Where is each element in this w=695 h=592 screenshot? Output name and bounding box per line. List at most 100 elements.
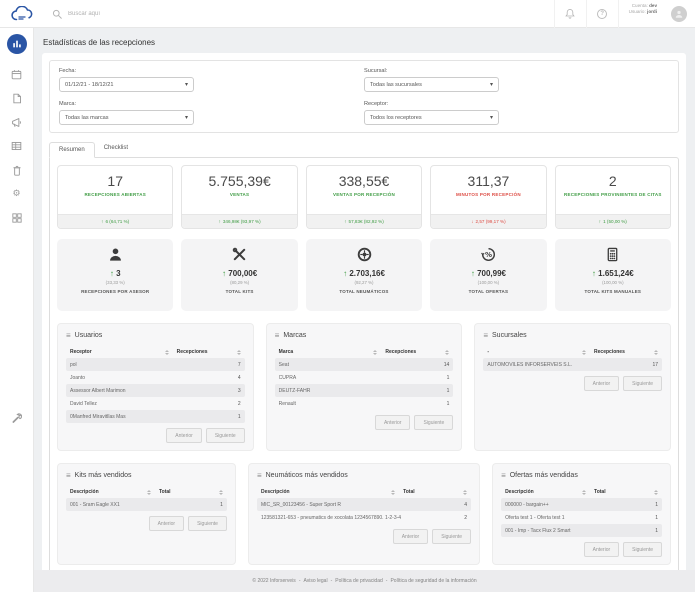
table-title: Neumáticos más vendidos bbox=[266, 472, 348, 479]
next-page-button[interactable]: Siguiente bbox=[206, 428, 245, 443]
column-header-recepciones[interactable]: Recepciones bbox=[594, 349, 658, 355]
user-icon bbox=[108, 246, 123, 262]
table-row: Joanto4 bbox=[66, 371, 245, 384]
trend-up-icon: ↑ bbox=[592, 269, 596, 278]
tabs: Resumen Checklist bbox=[49, 141, 679, 157]
previous-page-button[interactable]: Anterior bbox=[584, 542, 620, 557]
table-row: AUTOMOVILES INFORSERVEIS S.L.17 bbox=[483, 358, 662, 371]
sidebar-item-announcements[interactable] bbox=[0, 110, 33, 134]
previous-page-button[interactable]: Anterior bbox=[393, 529, 429, 544]
column-header-sucursal[interactable]: - bbox=[487, 349, 594, 355]
table-row: Renault1 bbox=[275, 397, 454, 410]
receptor-select[interactable]: Todos los receptores ▾ bbox=[364, 110, 499, 125]
total-percent: (92,27 %) bbox=[306, 280, 422, 285]
column-header-marca[interactable]: Marca bbox=[279, 349, 386, 355]
avatar[interactable] bbox=[671, 6, 687, 22]
next-page-button[interactable]: Siguiente bbox=[188, 516, 227, 531]
marca-value: Todas las marcas bbox=[65, 115, 109, 121]
total-card-recepciones-asesor: ↑ 3 (33,33 %) RECEPCIONES POR ASESOR bbox=[57, 239, 173, 311]
total-label: RECEPCIONES POR ASESOR bbox=[57, 289, 173, 294]
trend-up-icon: ↑ bbox=[219, 219, 221, 224]
kpi-value: 17 bbox=[58, 166, 172, 189]
kpi-value: 338,55€ bbox=[307, 166, 421, 189]
chevron-down-icon: ▾ bbox=[185, 81, 188, 88]
top-bar: ? Cuenta: dev Usuario: jordi bbox=[0, 0, 695, 28]
notifications-button[interactable] bbox=[554, 0, 586, 28]
sucursal-label: Sucursal: bbox=[364, 68, 669, 74]
search-input[interactable] bbox=[68, 11, 368, 17]
statistics-panel: Fecha: 01/12/21 - 18/12/21 ▾ Sucursal: T… bbox=[42, 53, 686, 580]
sort-icon bbox=[582, 490, 586, 495]
footer-link-seguridad[interactable]: Política de seguridad de la información bbox=[390, 578, 476, 584]
sidebar-item-tables[interactable] bbox=[0, 134, 33, 158]
column-header-recepciones[interactable]: Recepciones bbox=[385, 349, 449, 355]
total-card-kits: ↑ 700,00€ (80,29 %) TOTAL KITS bbox=[181, 239, 297, 311]
sidebar-item-statistics[interactable] bbox=[7, 34, 27, 54]
search-bar[interactable] bbox=[46, 0, 554, 27]
column-header-receptor[interactable]: Receptor bbox=[70, 349, 177, 355]
filters-card: Fecha: 01/12/21 - 18/12/21 ▾ Sucursal: T… bbox=[49, 60, 679, 133]
previous-page-button[interactable]: Anterior bbox=[166, 428, 202, 443]
tab-resumen[interactable]: Resumen bbox=[49, 142, 95, 158]
total-card-neumaticos: ↑ 2.703,16€ (92,27 %) TOTAL NEUMÁTICOS bbox=[306, 239, 422, 311]
column-header-total[interactable]: Total bbox=[159, 489, 223, 495]
column-header-recepciones[interactable]: Recepciones bbox=[177, 349, 241, 355]
sidebar-item-trash[interactable] bbox=[0, 158, 33, 182]
trend-up-icon: ↑ bbox=[222, 269, 226, 278]
calendar-icon bbox=[11, 69, 22, 80]
footer-link-privacidad[interactable]: Política de privacidad bbox=[335, 578, 383, 584]
total-value: ↑ 1.651,24€ bbox=[555, 269, 671, 278]
stats-icon bbox=[12, 39, 22, 49]
kpi-value: 311,37 bbox=[431, 166, 545, 189]
kpi-card-ventas-por-recepcion: 338,55€ VENTAS POR RECEPCIÓN ↑ 57,83€ (8… bbox=[306, 165, 422, 229]
next-page-button[interactable]: Siguiente bbox=[623, 376, 662, 391]
marca-select[interactable]: Todas las marcas ▾ bbox=[59, 110, 194, 125]
kpi-card-minutos-por-recepcion: 311,37 MINUTOS POR RECEPCIÓN ↓ 2,57 (99,… bbox=[430, 165, 546, 229]
total-value: ↑ 3 bbox=[57, 269, 173, 278]
column-header-total[interactable]: Total bbox=[594, 489, 658, 495]
sidebar-item-calendar[interactable] bbox=[0, 62, 33, 86]
tables-row-1: ≡ Usuarios Receptor Recepciones bbox=[57, 323, 671, 451]
sidebar-item-documents[interactable] bbox=[0, 86, 33, 110]
user-label: Usuario: bbox=[629, 9, 646, 14]
tire-icon bbox=[357, 246, 372, 262]
user-value: jordi bbox=[647, 9, 657, 14]
list-icon: ≡ bbox=[501, 471, 506, 480]
column-header-descripcion[interactable]: Descripción bbox=[505, 489, 594, 495]
next-page-button[interactable]: Siguiente bbox=[414, 415, 453, 430]
document-icon bbox=[12, 93, 22, 104]
help-button[interactable]: ? bbox=[586, 0, 618, 28]
sidebar-item-modules[interactable] bbox=[0, 206, 33, 230]
column-header-total[interactable]: Total bbox=[403, 489, 467, 495]
footer-link-aviso-legal[interactable]: Aviso legal bbox=[303, 578, 327, 584]
previous-page-button[interactable]: Anterior bbox=[584, 376, 620, 391]
copyright-text: © 2022 Inforserveis bbox=[252, 578, 295, 584]
table-row: 000000 - bargain++1 bbox=[501, 498, 662, 511]
sort-icon bbox=[463, 490, 467, 495]
fecha-select[interactable]: 01/12/21 - 18/12/21 ▾ bbox=[59, 77, 194, 92]
next-page-button[interactable]: Siguiente bbox=[432, 529, 471, 544]
trend-up-icon: ↑ bbox=[599, 219, 601, 224]
bell-icon bbox=[565, 8, 575, 19]
previous-page-button[interactable]: Anterior bbox=[375, 415, 411, 430]
filter-sucursal: Sucursal: Todas las sucursales ▾ bbox=[364, 68, 669, 92]
column-header-descripcion[interactable]: Descripción bbox=[261, 489, 403, 495]
account-info: Cuenta: dev Usuario: jordi bbox=[618, 0, 665, 28]
megaphone-icon bbox=[11, 117, 22, 128]
sidebar-item-tools[interactable] bbox=[0, 406, 33, 430]
column-header-descripcion[interactable]: Descripción bbox=[70, 489, 159, 495]
next-page-button[interactable]: Siguiente bbox=[623, 542, 662, 557]
sidebar-item-settings[interactable]: ⚙ bbox=[0, 182, 33, 206]
previous-page-button[interactable]: Anterior bbox=[149, 516, 185, 531]
total-label: TOTAL KITS MANUALES bbox=[555, 289, 671, 294]
receptor-value: Todos los receptores bbox=[370, 115, 422, 121]
footer: © 2022 Inforserveis - Aviso legal - Polí… bbox=[34, 570, 695, 592]
tab-checklist[interactable]: Checklist bbox=[95, 141, 137, 157]
sort-icon bbox=[391, 490, 395, 495]
fecha-value: 01/12/21 - 18/12/21 bbox=[65, 82, 114, 88]
trend-up-icon: ↑ bbox=[344, 219, 346, 224]
kpi-label: VENTAS POR RECEPCIÓN bbox=[307, 189, 421, 199]
sucursal-select[interactable]: Todas las sucursales ▾ bbox=[364, 77, 499, 92]
app-logo[interactable] bbox=[0, 0, 46, 27]
trend-down-icon: ↓ bbox=[471, 219, 473, 224]
